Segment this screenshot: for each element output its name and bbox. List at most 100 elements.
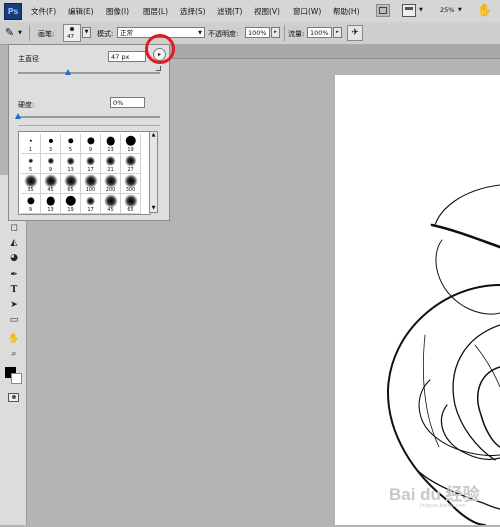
document-canvas[interactable] <box>335 75 500 526</box>
chevron-down-icon[interactable]: ▼ <box>18 30 22 36</box>
brush-preset-cell[interactable]: 27 <box>121 154 141 174</box>
brush-preset-cell[interactable]: 19 <box>121 134 141 154</box>
watermark-url: jingyan.baidu.com <box>420 503 467 509</box>
menu-bar: Ps 文件(F) 编辑(E) 图像(I) 图层(L) 选择(S) 滤镜(T) 视… <box>0 0 500 23</box>
paint-bucket-tool-icon[interactable]: ◭ <box>8 237 20 249</box>
brush-preset-cell[interactable]: 13 <box>61 154 81 174</box>
brush-tip-icon <box>29 139 32 143</box>
brush-picker-dropdown[interactable]: ▼ <box>82 27 91 38</box>
hand-tool-icon[interactable]: ✋ <box>477 3 492 17</box>
menu-file[interactable]: 文件(F) <box>31 6 56 17</box>
brush-size-label: 3 <box>48 147 53 153</box>
brush-size-label: 9 <box>48 167 53 173</box>
brush-preset-cell[interactable]: 9 <box>41 154 61 174</box>
brush-preset-cell[interactable]: 45 <box>41 174 61 194</box>
master-diameter-label: 主直径 <box>18 55 39 63</box>
brush-tool-icon[interactable]: ✎ <box>5 26 14 39</box>
brush-preset-cell[interactable]: 65 <box>121 194 141 214</box>
brush-preset-cell[interactable]: 19 <box>61 194 81 214</box>
menu-help[interactable]: 帮助(H) <box>333 6 360 17</box>
brush-preset-cell[interactable]: 9 <box>21 194 41 214</box>
dodge-tool-icon[interactable]: ◕ <box>8 252 20 264</box>
menu-edit[interactable]: 编辑(E) <box>68 6 94 17</box>
brush-tip-icon <box>67 138 74 144</box>
brush-size-label: 9 <box>88 147 93 153</box>
chevron-down-icon: ▼ <box>198 30 202 36</box>
scroll-down-icon[interactable]: ▼ <box>150 205 157 211</box>
menu-layer[interactable]: 图层(L) <box>143 6 168 17</box>
brush-preset-cell[interactable]: 9 <box>81 134 101 154</box>
app-logo[interactable]: Ps <box>4 3 22 20</box>
brush-preset-cell[interactable]: 100 <box>81 174 101 194</box>
brush-preset-cell[interactable]: 45 <box>101 194 121 214</box>
zoom-level[interactable]: 25% <box>440 6 454 14</box>
options-bar: ✎ ▼ 画笔: 47 ▼ 模式: 正常 ▼ 不透明度: 100% ▸ 流量: 1… <box>0 22 500 45</box>
mode-label: 模式: <box>97 30 114 38</box>
hand-tool-icon[interactable]: ✋ <box>8 333 20 345</box>
menu-filter[interactable]: 滤镜(T) <box>217 6 242 17</box>
brush-size-label: 9 <box>28 207 33 213</box>
menu-select[interactable]: 选择(S) <box>180 6 206 17</box>
hardness-slider-thumb[interactable] <box>15 113 21 119</box>
bridge-icon[interactable] <box>376 4 390 17</box>
preset-scrollbar[interactable]: ▲ ▼ <box>149 131 158 213</box>
brush-size-label: 300 <box>125 187 136 193</box>
diameter-slider-thumb[interactable] <box>65 69 72 75</box>
shape-tool-icon[interactable]: ▭ <box>8 314 20 326</box>
brush-preset-cell[interactable]: 13 <box>101 134 121 154</box>
brush-tip-icon <box>66 156 75 166</box>
chevron-down-icon[interactable]: ▼ <box>419 7 423 13</box>
brush-size-label: 65 <box>67 187 74 193</box>
pen-tool-icon[interactable]: ✒ <box>8 269 20 281</box>
brush-preset-cell[interactable]: 17 <box>81 154 101 174</box>
brush-tip-icon <box>123 194 138 208</box>
diameter-field[interactable]: 47 px <box>108 51 146 62</box>
diameter-slider[interactable] <box>18 69 160 75</box>
brush-preset-cell[interactable]: 300 <box>121 174 141 194</box>
hardness-field[interactable]: 0% <box>110 97 145 108</box>
brush-preset-cell[interactable]: 21 <box>101 154 121 174</box>
brush-size-label: 17 <box>87 167 94 173</box>
brush-tip-icon <box>23 174 38 188</box>
brush-preset-cell[interactable]: 35 <box>21 174 41 194</box>
brush-preset-cell[interactable]: 65 <box>61 174 81 194</box>
menu-image[interactable]: 图像(I) <box>106 6 129 17</box>
flow-slider-button[interactable]: ▸ <box>333 27 342 38</box>
brush-size-label: 200 <box>105 187 116 193</box>
chevron-down-icon[interactable]: ▼ <box>458 7 462 13</box>
highlight-circle <box>145 34 175 64</box>
opacity-label: 不透明度: <box>208 30 239 38</box>
brush-size-label: 19 <box>127 147 134 153</box>
brush-preset-cell[interactable]: 13 <box>41 194 61 214</box>
brush-size-label: 21 <box>107 167 114 173</box>
brush-preset-cell[interactable]: 3 <box>41 134 61 154</box>
brush-size-readout: 47 <box>67 34 74 40</box>
brush-preset-cell[interactable]: 5 <box>61 134 81 154</box>
slider-end-marker <box>156 66 161 71</box>
brush-preset-cell[interactable]: 1 <box>21 134 41 154</box>
quick-mask-icon[interactable] <box>8 393 19 402</box>
brush-preset-cell[interactable]: 17 <box>81 194 101 214</box>
view-extras-icon[interactable] <box>402 4 416 17</box>
background-color-swatch[interactable] <box>11 373 22 384</box>
menu-window[interactable]: 窗口(W) <box>293 6 321 17</box>
zoom-tool-icon[interactable]: ⌕ <box>8 348 20 360</box>
airbrush-icon[interactable]: ✈ <box>347 25 363 41</box>
menu-view[interactable]: 视图(V) <box>254 6 280 17</box>
eraser-tool-icon[interactable]: ◻ <box>8 222 20 234</box>
brush-preset-cell[interactable]: 5 <box>21 154 41 174</box>
brush-size-label: 5 <box>68 147 73 153</box>
brush-picker[interactable]: 47 <box>63 24 81 42</box>
type-tool-icon[interactable]: T <box>8 284 20 296</box>
opacity-slider-button[interactable]: ▸ <box>271 27 280 38</box>
scroll-up-icon[interactable]: ▲ <box>150 132 157 138</box>
hardness-slider[interactable] <box>15 113 160 119</box>
opacity-field[interactable]: 100% <box>245 27 270 38</box>
brush-tip-icon <box>26 197 35 205</box>
flow-field[interactable]: 100% <box>307 27 332 38</box>
path-selection-tool-icon[interactable]: ➤ <box>8 299 20 311</box>
brush-size-label: 45 <box>107 207 114 213</box>
brush-preset-grid: 1 3 5 9 13 19 5 9 13 17 21 27 35 45 65 100 200 300 9 13 19 17… <box>18 131 151 215</box>
brush-preset-cell[interactable]: 200 <box>101 174 121 194</box>
brush-size-label: 5 <box>28 167 33 173</box>
